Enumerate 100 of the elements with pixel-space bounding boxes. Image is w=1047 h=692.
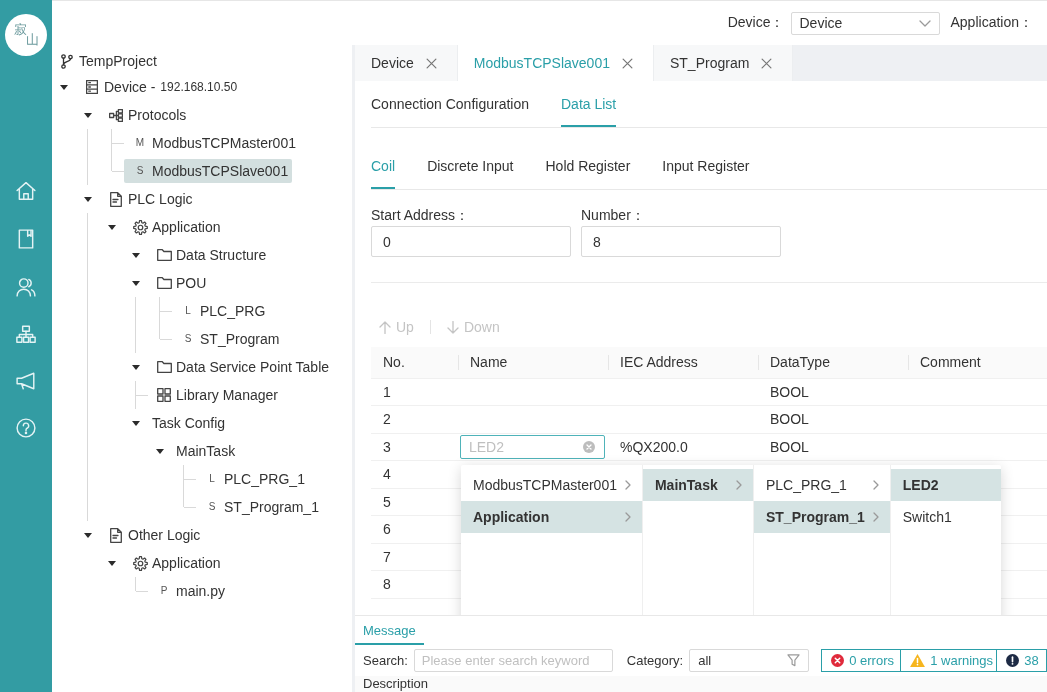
- tree-item[interactable]: POU: [148, 271, 211, 295]
- sitemap-icon[interactable]: [16, 325, 36, 344]
- folder-icon: [156, 277, 172, 289]
- tree-item[interactable]: MainTask: [172, 439, 240, 463]
- tree-item[interactable]: Task Config: [148, 411, 230, 435]
- table-cell: 2: [371, 405, 458, 433]
- caret-icon[interactable]: [132, 420, 140, 426]
- type-letter: L: [185, 305, 191, 317]
- menu-item[interactable]: Switch1: [890, 501, 1001, 533]
- tree-item[interactable]: PLC Logic: [100, 187, 197, 211]
- menu-item[interactable]: LED2: [890, 469, 1001, 501]
- server-icon: [86, 80, 98, 94]
- tab[interactable]: Discrete Input: [427, 143, 514, 189]
- text-field[interactable]: 8: [581, 226, 781, 257]
- warning-icon: [910, 654, 926, 667]
- column-header: Description: [363, 676, 429, 691]
- field-label: Number：: [581, 206, 646, 225]
- table-cell: %QX200.0: [608, 433, 758, 461]
- folder-icon: [156, 249, 172, 261]
- table-cell: 8: [371, 570, 458, 598]
- tree-item[interactable]: M ModbusTCPMaster001: [124, 131, 300, 155]
- caret-icon[interactable]: [60, 84, 68, 90]
- name-field[interactable]: LED2: [460, 434, 605, 459]
- network-icon: [109, 108, 123, 122]
- tab[interactable]: Connection Configuration: [371, 81, 529, 127]
- tree-item[interactable]: Protocols: [100, 103, 191, 127]
- caret-icon[interactable]: [84, 112, 92, 118]
- menu-item[interactable]: MainTask: [642, 469, 753, 501]
- column-header: Name: [458, 347, 608, 378]
- help-icon[interactable]: [16, 418, 36, 438]
- tree-item[interactable]: S ST_Program: [172, 327, 284, 351]
- field-label: Device：: [727, 14, 785, 32]
- caret-icon[interactable]: [156, 448, 164, 454]
- field-label: Search:: [363, 653, 408, 668]
- home-icon[interactable]: [16, 181, 36, 201]
- search-field[interactable]: Please enter search keyword: [413, 649, 613, 672]
- column-header: Comment: [908, 347, 1047, 378]
- table-cell: 5: [371, 488, 458, 516]
- type-letter: L: [209, 473, 215, 485]
- book-icon[interactable]: [18, 229, 34, 249]
- category-select[interactable]: all: [689, 649, 810, 672]
- caret-icon[interactable]: [108, 560, 116, 566]
- table-cell: BOOL: [758, 378, 908, 406]
- table-cell: BOOL: [758, 405, 908, 433]
- menu-item[interactable]: Application: [461, 501, 642, 533]
- caret-icon[interactable]: [84, 532, 92, 538]
- caret-icon[interactable]: [132, 280, 140, 286]
- logo-text: 寂: [14, 23, 27, 36]
- tree-item[interactable]: Application: [124, 551, 225, 575]
- tree-item[interactable]: Device - 192.168.10.50: [76, 75, 242, 99]
- tree-item[interactable]: L PLC_PRG: [172, 299, 270, 323]
- filter-icon[interactable]: [787, 654, 801, 667]
- tab[interactable]: Hold Register: [545, 143, 631, 189]
- tab[interactable]: ST_Program: [654, 45, 794, 81]
- tree-item[interactable]: Other Logic: [100, 523, 205, 547]
- tree-item[interactable]: P main.py: [148, 579, 230, 603]
- document-icon: [110, 191, 122, 207]
- gear-icon: [132, 219, 148, 235]
- menu-item[interactable]: ST_Program_1: [753, 501, 890, 533]
- caret-icon[interactable]: [84, 196, 92, 202]
- tree-item[interactable]: L PLC_PRG_1: [196, 467, 309, 491]
- type-letter: S: [136, 165, 144, 177]
- menu-item[interactable]: ModbusTCPMaster001: [461, 469, 642, 501]
- grid-icon: [157, 388, 171, 402]
- device-select[interactable]: Device: [790, 11, 940, 35]
- tree-item[interactable]: S ModbusTCPSlave001: [124, 159, 293, 183]
- caret-icon[interactable]: [132, 364, 140, 370]
- text-field[interactable]: 0: [371, 226, 571, 257]
- table-cell: 4: [371, 460, 458, 488]
- close-icon[interactable]: [761, 57, 773, 69]
- field-label: Application：: [950, 14, 1033, 32]
- alert-icon: [1006, 654, 1020, 667]
- tree-item[interactable]: S ST_Program_1: [196, 495, 323, 519]
- table-cell: 1: [371, 378, 458, 406]
- type-letter: P: [160, 585, 168, 597]
- tree-item[interactable]: Library Manager: [148, 383, 282, 407]
- table-cell: 3: [371, 433, 458, 461]
- project-title: TempProject: [79, 53, 157, 69]
- close-icon[interactable]: [622, 57, 633, 69]
- chevron-down-icon[interactable]: [918, 19, 931, 27]
- field-label: Start Address：: [371, 206, 471, 225]
- tab[interactable]: Input Register: [662, 143, 750, 189]
- menu-item[interactable]: PLC_PRG_1: [753, 469, 890, 501]
- column-header: No.: [371, 347, 458, 378]
- caret-icon[interactable]: [132, 252, 140, 258]
- branch-icon: [61, 53, 73, 69]
- error-icon: [831, 654, 845, 667]
- type-letter: M: [135, 137, 145, 149]
- megaphone-icon[interactable]: [16, 372, 36, 390]
- caret-icon[interactable]: [108, 224, 116, 230]
- tree-item[interactable]: Data Service Point Table: [148, 355, 334, 379]
- close-icon[interactable]: [425, 57, 437, 69]
- tab[interactable]: Device: [355, 45, 458, 81]
- gear-icon: [132, 555, 148, 571]
- users-icon[interactable]: [16, 277, 36, 297]
- tree-item[interactable]: Application: [124, 215, 225, 239]
- table-cell: 7: [371, 543, 458, 571]
- tree-item[interactable]: Data Structure: [148, 243, 271, 267]
- field-label: Category:: [626, 653, 684, 668]
- column-header: DataType: [758, 347, 908, 378]
